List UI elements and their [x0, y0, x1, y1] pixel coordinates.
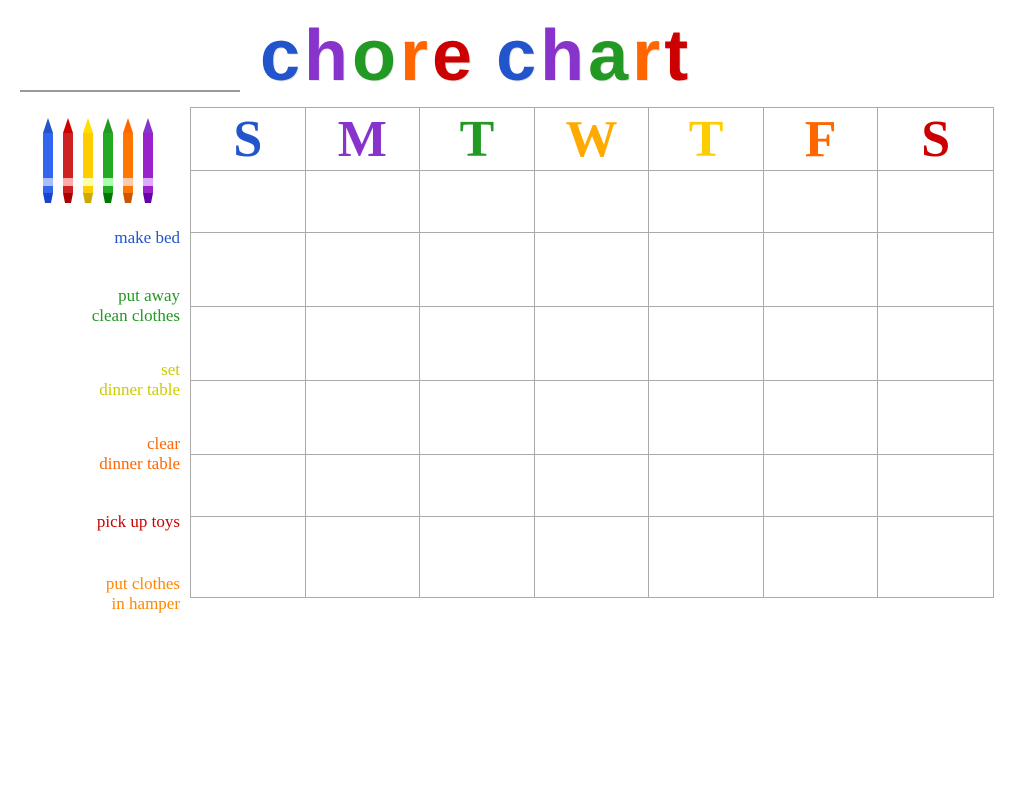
chore-cell[interactable]: [191, 381, 306, 454]
name-line[interactable]: [20, 56, 240, 92]
chore-labels: make bedput awayclean clothessetdinner t…: [20, 207, 190, 635]
chore-row: [190, 516, 994, 598]
chore-cell[interactable]: [191, 171, 306, 232]
chore-cell[interactable]: [420, 307, 535, 380]
crayons-column: make bedput awayclean clothessetdinner t…: [20, 107, 190, 635]
chore-cell[interactable]: [420, 381, 535, 454]
chore-cell[interactable]: [764, 233, 879, 306]
chore-cell[interactable]: [191, 517, 306, 597]
chore-cell[interactable]: [306, 307, 421, 380]
chore-cell[interactable]: [764, 455, 879, 516]
chore-cell[interactable]: [306, 233, 421, 306]
chore-cell[interactable]: [649, 517, 764, 597]
chore-cell[interactable]: [420, 455, 535, 516]
chore-label: make bed: [20, 207, 190, 269]
chore-cell[interactable]: [420, 517, 535, 597]
chore-label: put awayclean clothes: [20, 269, 190, 343]
day-header: T: [420, 108, 535, 170]
chore-label: put clothesin hamper: [20, 553, 190, 635]
crayons-image: [20, 107, 190, 207]
day-header: W: [535, 108, 650, 170]
chore-cell[interactable]: [878, 233, 993, 306]
chore-cell[interactable]: [649, 307, 764, 380]
chore-rows: [190, 170, 994, 635]
chore-row: [190, 170, 994, 232]
chore-cell[interactable]: [878, 171, 993, 232]
chore-cell[interactable]: [649, 381, 764, 454]
grid-container: SMTWTFS: [190, 107, 994, 635]
chore-cell[interactable]: [764, 517, 879, 597]
chore-cell[interactable]: [535, 233, 650, 306]
chore-cell[interactable]: [191, 455, 306, 516]
chore-cell[interactable]: [306, 171, 421, 232]
page-title: chorechart: [260, 20, 692, 92]
chore-cell[interactable]: [878, 517, 993, 597]
day-header: S: [878, 108, 993, 170]
chart-area: make bedput awayclean clothessetdinner t…: [20, 107, 994, 635]
chore-cell[interactable]: [191, 307, 306, 380]
chore-cell[interactable]: [649, 233, 764, 306]
day-header: F: [764, 108, 879, 170]
page: chorechart: [0, 0, 1024, 791]
chore-cell[interactable]: [420, 233, 535, 306]
chore-label: setdinner table: [20, 343, 190, 417]
chore-cell[interactable]: [878, 307, 993, 380]
chore-cell[interactable]: [764, 307, 879, 380]
day-header: M: [306, 108, 421, 170]
chore-cell[interactable]: [306, 381, 421, 454]
chore-cell[interactable]: [535, 171, 650, 232]
header: chorechart: [20, 20, 994, 97]
chore-cell[interactable]: [306, 517, 421, 597]
chore-row: [190, 380, 994, 454]
chore-row: [190, 306, 994, 380]
chore-cell[interactable]: [878, 455, 993, 516]
chore-cell[interactable]: [764, 381, 879, 454]
chore-cell[interactable]: [191, 233, 306, 306]
day-headers: SMTWTFS: [190, 107, 994, 170]
chore-label: pick up toys: [20, 491, 190, 553]
crayons-icon: [28, 113, 168, 203]
chore-label: cleardinner table: [20, 417, 190, 491]
chore-cell[interactable]: [649, 171, 764, 232]
chore-cell[interactable]: [535, 455, 650, 516]
chore-cell[interactable]: [878, 381, 993, 454]
chore-row: [190, 454, 994, 516]
chore-cell[interactable]: [764, 171, 879, 232]
chore-row: [190, 232, 994, 306]
chore-cell[interactable]: [306, 455, 421, 516]
chore-cell[interactable]: [649, 455, 764, 516]
chore-cell[interactable]: [420, 171, 535, 232]
day-header: T: [649, 108, 764, 170]
chore-cell[interactable]: [535, 381, 650, 454]
day-header: S: [191, 108, 306, 170]
chore-cell[interactable]: [535, 307, 650, 380]
chore-cell[interactable]: [535, 517, 650, 597]
